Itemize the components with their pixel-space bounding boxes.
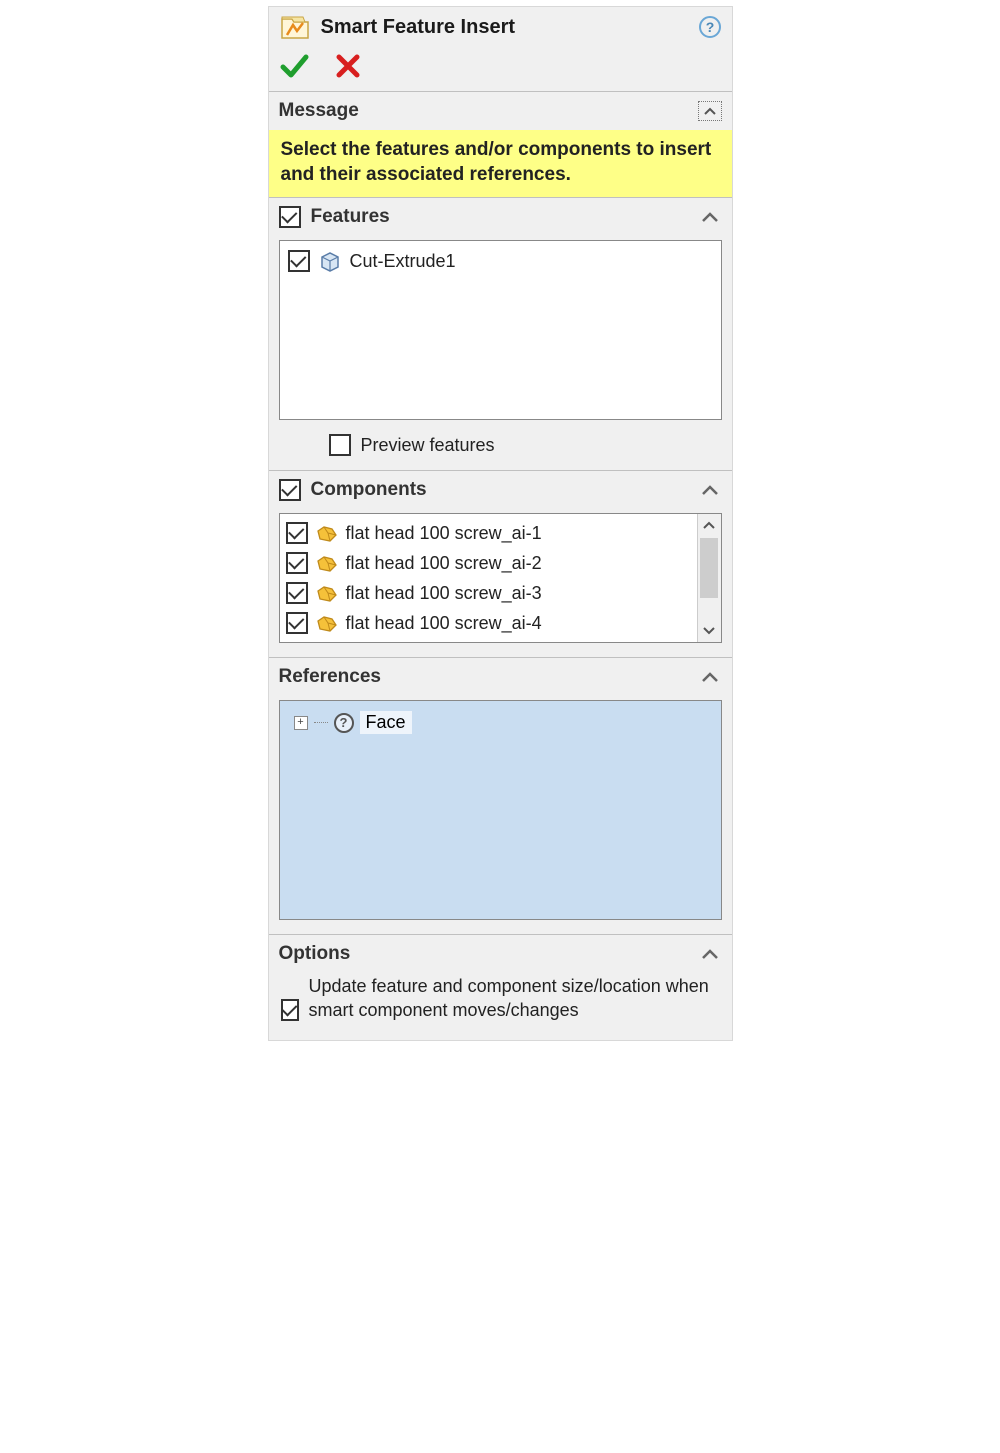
expand-icon[interactable]: + — [294, 716, 308, 730]
smart-feature-insert-panel: Smart Feature Insert ? Message — [268, 6, 733, 1041]
preview-features-row: Preview features — [269, 430, 732, 470]
component-item[interactable]: flat head 100 screw_ai-3 — [284, 578, 693, 608]
scroll-thumb[interactable] — [700, 538, 718, 598]
part-icon — [314, 551, 340, 575]
component-item[interactable]: flat head 100 screw_ai-1 — [284, 518, 693, 548]
components-section: Components flat head 100 screw_ai-1 — [269, 471, 732, 643]
svg-text:?: ? — [705, 19, 714, 35]
part-icon — [314, 611, 340, 635]
message-section: Message Select the features and/or compo… — [269, 92, 732, 197]
components-scrollbar[interactable] — [697, 514, 721, 642]
features-section: Features Cut-Extrude1 Preview features — [269, 198, 732, 470]
message-body: Select the features and/or components to… — [269, 130, 732, 197]
features-checkbox[interactable] — [279, 206, 301, 228]
component-checkbox[interactable] — [286, 582, 308, 604]
scroll-down-icon[interactable] — [698, 620, 721, 642]
cut-extrude-icon — [318, 249, 342, 273]
options-title: Options — [279, 943, 688, 965]
components-checkbox[interactable] — [279, 479, 301, 501]
component-checkbox[interactable] — [286, 552, 308, 574]
component-label: flat head 100 screw_ai-2 — [346, 553, 542, 574]
scroll-up-icon[interactable] — [698, 514, 721, 536]
references-section: References + ? Face — [269, 658, 732, 920]
part-icon — [314, 581, 340, 605]
smart-feature-icon — [279, 13, 311, 41]
reference-label: Face — [360, 711, 412, 734]
help-icon[interactable]: ? — [698, 15, 722, 39]
components-list-wrap: flat head 100 screw_ai-1 flat head 100 s… — [279, 513, 722, 643]
panel-header: Smart Feature Insert ? — [269, 7, 732, 45]
features-title: Features — [311, 206, 688, 228]
update-label: Update feature and component size/locati… — [309, 975, 720, 1022]
ok-button[interactable] — [279, 51, 309, 81]
component-label: flat head 100 screw_ai-3 — [346, 583, 542, 604]
component-checkbox[interactable] — [286, 522, 308, 544]
components-title: Components — [311, 479, 688, 501]
cancel-button[interactable] — [333, 51, 363, 81]
references-list[interactable]: + ? Face — [279, 700, 722, 920]
preview-features-label: Preview features — [361, 435, 495, 456]
unknown-ref-icon: ? — [334, 713, 354, 733]
collapse-message-button[interactable] — [698, 101, 722, 121]
features-list[interactable]: Cut-Extrude1 — [279, 240, 722, 420]
component-label: flat head 100 screw_ai-4 — [346, 613, 542, 634]
options-body: Update feature and component size/locati… — [269, 973, 732, 1040]
component-checkbox[interactable] — [286, 612, 308, 634]
components-list[interactable]: flat head 100 screw_ai-1 flat head 100 s… — [280, 514, 697, 642]
update-checkbox[interactable] — [281, 999, 299, 1021]
panel-title: Smart Feature Insert — [321, 16, 688, 39]
feature-item-label: Cut-Extrude1 — [350, 251, 456, 272]
feature-item-checkbox[interactable] — [288, 250, 310, 272]
collapse-options-button[interactable] — [698, 944, 722, 964]
preview-features-checkbox[interactable] — [329, 434, 351, 456]
ok-cancel-bar — [269, 45, 732, 91]
collapse-features-button[interactable] — [698, 207, 722, 227]
component-item[interactable]: flat head 100 screw_ai-4 — [284, 608, 693, 638]
reference-item[interactable]: + ? Face — [294, 711, 707, 734]
component-item[interactable]: flat head 100 screw_ai-2 — [284, 548, 693, 578]
part-icon — [314, 521, 340, 545]
collapse-references-button[interactable] — [698, 667, 722, 687]
message-title: Message — [279, 100, 688, 122]
options-section: Options Update feature and component siz… — [269, 935, 732, 1040]
references-title: References — [279, 666, 688, 688]
tree-connector — [314, 722, 328, 723]
collapse-components-button[interactable] — [698, 480, 722, 500]
feature-item[interactable]: Cut-Extrude1 — [286, 247, 715, 275]
component-label: flat head 100 screw_ai-1 — [346, 523, 542, 544]
